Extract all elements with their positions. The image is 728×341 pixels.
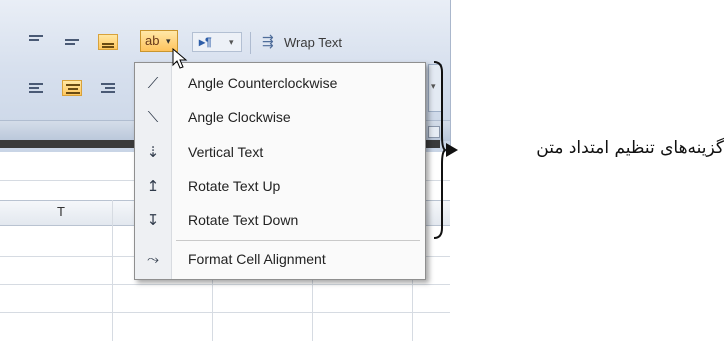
format-cell-alignment-icon: ⤳: [146, 251, 159, 268]
menu-item-label: Vertical Text: [188, 144, 264, 160]
chevron-down-icon: ▾: [229, 37, 234, 47]
vertical-text-icon: ⇣: [146, 144, 160, 161]
chevron-down-icon: ▾: [166, 36, 171, 46]
rotate-text-down-icon: ↧: [146, 212, 160, 229]
align-center-button[interactable]: [62, 80, 82, 96]
mouse-cursor-icon: [172, 48, 188, 69]
menu-item-angle-clockwise[interactable]: ⟍ Angle Clockwise: [136, 103, 424, 133]
grid-column-line: [112, 200, 113, 341]
wrap-text-label: Wrap Text: [284, 35, 343, 50]
angle-counterclockwise-icon: ⟋: [147, 75, 159, 92]
rotate-text-up-icon: ↥: [146, 178, 160, 195]
top-align-button[interactable]: [26, 32, 46, 48]
grid-row-line: [0, 284, 450, 285]
align-right-button[interactable]: [98, 80, 118, 96]
menu-item-label: Rotate Text Up: [188, 178, 281, 194]
menu-item-label: Angle Clockwise: [188, 109, 291, 125]
menu-item-label: Format Cell Alignment: [188, 251, 326, 267]
annotation-brace: [433, 61, 446, 239]
menu-item-rotate-text-up[interactable]: ↥ Rotate Text Up: [136, 172, 424, 202]
text-direction-icon: ▸¶: [199, 35, 212, 49]
annotation-arrow-icon: [446, 143, 458, 157]
menu-separator: [176, 240, 420, 241]
angle-clockwise-icon: ⟍: [147, 109, 159, 126]
menu-item-label: Rotate Text Down: [188, 212, 299, 228]
menu-item-vertical-text[interactable]: ⇣ Vertical Text: [136, 138, 424, 168]
grid-row-line: [0, 312, 450, 313]
annotation-caption: گزینه‌های تنظیم امتداد متن: [536, 138, 724, 158]
wrap-text-icon: ⇶: [262, 33, 274, 49]
wrap-text-button[interactable]: ⇶ Wrap Text: [260, 32, 380, 52]
column-header-T[interactable]: T: [46, 204, 76, 219]
text-direction-button[interactable]: ▸¶ ▾: [192, 32, 242, 52]
menu-item-rotate-text-down[interactable]: ↧ Rotate Text Down: [136, 206, 424, 236]
menu-item-format-cell-alignment[interactable]: ⤳ Format Cell Alignment: [136, 245, 424, 275]
align-left-button[interactable]: [26, 80, 46, 96]
menu-item-angle-counterclockwise[interactable]: ⟋ Angle Counterclockwise: [136, 69, 424, 99]
ribbon-separator: [250, 32, 251, 54]
menu-item-label: Angle Counterclockwise: [188, 75, 338, 91]
bottom-align-button[interactable]: [98, 34, 118, 50]
angle-text-icon: ab: [145, 33, 160, 48]
middle-align-button[interactable]: [62, 34, 82, 50]
